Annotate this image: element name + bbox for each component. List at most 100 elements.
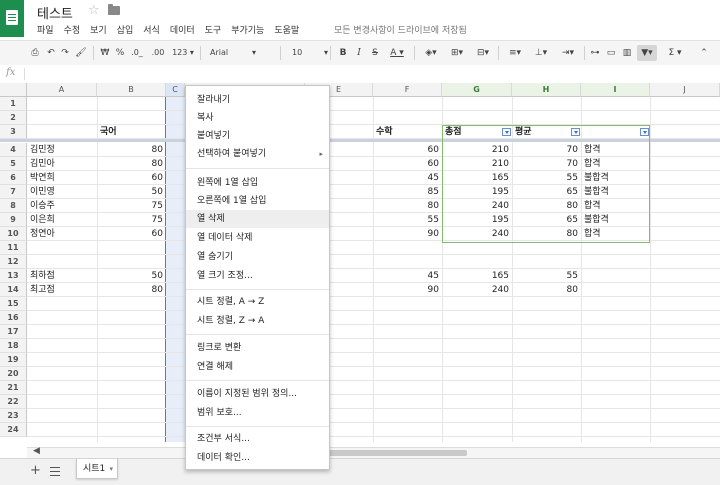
table-row[interactable]: [27, 409, 720, 423]
column-header-g[interactable]: G: [442, 83, 512, 97]
cell-a5[interactable]: 김민아: [27, 157, 97, 171]
cell-b4[interactable]: 80: [97, 143, 166, 157]
table-row[interactable]: [27, 367, 720, 381]
paint-format-icon[interactable]: 🖌: [74, 45, 88, 61]
column-header-a[interactable]: A: [27, 83, 97, 97]
cell-a7[interactable]: 이민영: [27, 185, 97, 199]
cell-i8[interactable]: 합격: [581, 199, 650, 213]
collapse-icon[interactable]: ⌃: [694, 45, 714, 61]
table-row[interactable]: [27, 423, 720, 437]
menu-addons[interactable]: 부가기능: [231, 24, 264, 38]
cell-b13[interactable]: 50: [97, 269, 166, 283]
row-header-11[interactable]: 11: [0, 241, 27, 255]
cell-b10[interactable]: 60: [97, 227, 166, 241]
cell-b7[interactable]: 50: [97, 185, 166, 199]
menu-item-convert-link[interactable]: 링크로 변환: [186, 339, 329, 357]
cell-g7[interactable]: 195: [442, 185, 512, 199]
table-row[interactable]: [27, 297, 720, 311]
menu-item-sort-az[interactable]: 시트 정렬, A → Z: [186, 293, 329, 311]
row-header-13[interactable]: 13: [0, 269, 27, 283]
cell-a8[interactable]: 이승주: [27, 199, 97, 213]
currency-button[interactable]: ₩: [98, 45, 112, 61]
cell-b5[interactable]: 80: [97, 157, 166, 171]
row-header-21[interactable]: 21: [0, 381, 27, 395]
decrease-decimal-button[interactable]: .0_: [128, 45, 146, 61]
cell-h13[interactable]: 55: [512, 269, 581, 283]
font-size-select[interactable]: 10 ▾: [286, 45, 332, 61]
row-header-7[interactable]: 7: [0, 185, 27, 199]
cell-g9[interactable]: 195: [442, 213, 512, 227]
table-row[interactable]: [27, 395, 720, 409]
table-row[interactable]: [27, 353, 720, 367]
cell-g3[interactable]: 총점: [442, 125, 502, 139]
row-header-16[interactable]: 16: [0, 311, 27, 325]
formula-input[interactable]: [30, 67, 714, 81]
row-header-1[interactable]: 1: [0, 97, 27, 111]
cell-a4[interactable]: 김민정: [27, 143, 97, 157]
cell-h10[interactable]: 80: [512, 227, 581, 241]
cell-a9[interactable]: 이은희: [27, 213, 97, 227]
bold-button[interactable]: B: [336, 45, 350, 61]
cell-b3[interactable]: 국어: [97, 125, 166, 139]
cell-a13[interactable]: 최하점: [27, 269, 97, 283]
filter-dropdown-g[interactable]: [502, 128, 511, 136]
functions-button[interactable]: Σ ▾: [664, 45, 686, 61]
table-row[interactable]: [27, 97, 720, 111]
row-header-14[interactable]: 14: [0, 283, 27, 297]
borders-icon[interactable]: ⊞▾: [446, 45, 468, 61]
row-header-19[interactable]: 19: [0, 353, 27, 367]
cell-b8[interactable]: 75: [97, 199, 166, 213]
cell-f6[interactable]: 45: [373, 171, 442, 185]
row-header-20[interactable]: 20: [0, 367, 27, 381]
table-row[interactable]: [27, 339, 720, 353]
menu-help[interactable]: 도움말: [274, 24, 299, 38]
cell-a10[interactable]: 정연아: [27, 227, 97, 241]
chevron-down-icon[interactable]: ▾: [109, 459, 113, 479]
row-header-12[interactable]: 12: [0, 255, 27, 269]
cell-f10[interactable]: 90: [373, 227, 442, 241]
horizontal-scrollbar[interactable]: ◀: [27, 446, 720, 458]
menu-tools[interactable]: 도구: [205, 24, 222, 38]
font-family-select[interactable]: Arial ▾: [206, 45, 260, 61]
menu-item-sort-za[interactable]: 시트 정렬, Z → A: [186, 312, 329, 330]
cell-g13[interactable]: 165: [442, 269, 512, 283]
merge-icon[interactable]: ⊟▾: [472, 45, 494, 61]
table-row[interactable]: [27, 325, 720, 339]
cell-f4[interactable]: 60: [373, 143, 442, 157]
column-header-h[interactable]: H: [512, 83, 581, 97]
cell-f8[interactable]: 80: [373, 199, 442, 213]
table-row[interactable]: [27, 241, 720, 255]
filter-dropdown-i[interactable]: [640, 128, 649, 136]
row-header-9[interactable]: 9: [0, 213, 27, 227]
row-header-8[interactable]: 8: [0, 199, 27, 213]
strikethrough-button[interactable]: S: [368, 45, 382, 61]
vertical-align-icon[interactable]: ⊥▾: [530, 45, 552, 61]
menu-view[interactable]: 보기: [90, 24, 107, 38]
fill-color-icon[interactable]: ◈▾: [420, 45, 442, 61]
scroll-left-icon[interactable]: ◀: [33, 446, 40, 456]
redo-icon[interactable]: ↷: [58, 45, 72, 61]
cell-i5[interactable]: 합격: [581, 157, 650, 171]
row-header-4[interactable]: 4: [0, 143, 27, 157]
cell-g14[interactable]: 240: [442, 283, 512, 297]
row-header-5[interactable]: 5: [0, 157, 27, 171]
menu-item-insert-left[interactable]: 왼쪽에 1열 삽입: [186, 174, 329, 192]
row-header-17[interactable]: 17: [0, 325, 27, 339]
row-header-15[interactable]: 15: [0, 297, 27, 311]
table-row[interactable]: [27, 311, 720, 325]
increase-decimal-button[interactable]: .00: [148, 45, 168, 61]
wrap-text-icon[interactable]: ⇥▾: [556, 45, 580, 61]
row-header-18[interactable]: 18: [0, 339, 27, 353]
cell-i7[interactable]: 불합격: [581, 185, 650, 199]
column-header-b[interactable]: B: [97, 83, 166, 97]
cell-i9[interactable]: 불합격: [581, 213, 650, 227]
chart-icon[interactable]: ▥: [620, 45, 634, 61]
menu-file[interactable]: 파일: [37, 24, 54, 38]
menu-item-protect-range[interactable]: 범위 보호...: [186, 404, 329, 422]
text-color-button[interactable]: A ▾: [386, 45, 408, 61]
row-header-22[interactable]: 22: [0, 395, 27, 409]
menu-item-clear-column[interactable]: 열 데이터 삭제: [186, 229, 329, 247]
cell-g10[interactable]: 240: [442, 227, 512, 241]
menu-format[interactable]: 서식: [143, 24, 160, 38]
menu-item-conditional-format[interactable]: 조건부 서식...: [186, 430, 329, 448]
